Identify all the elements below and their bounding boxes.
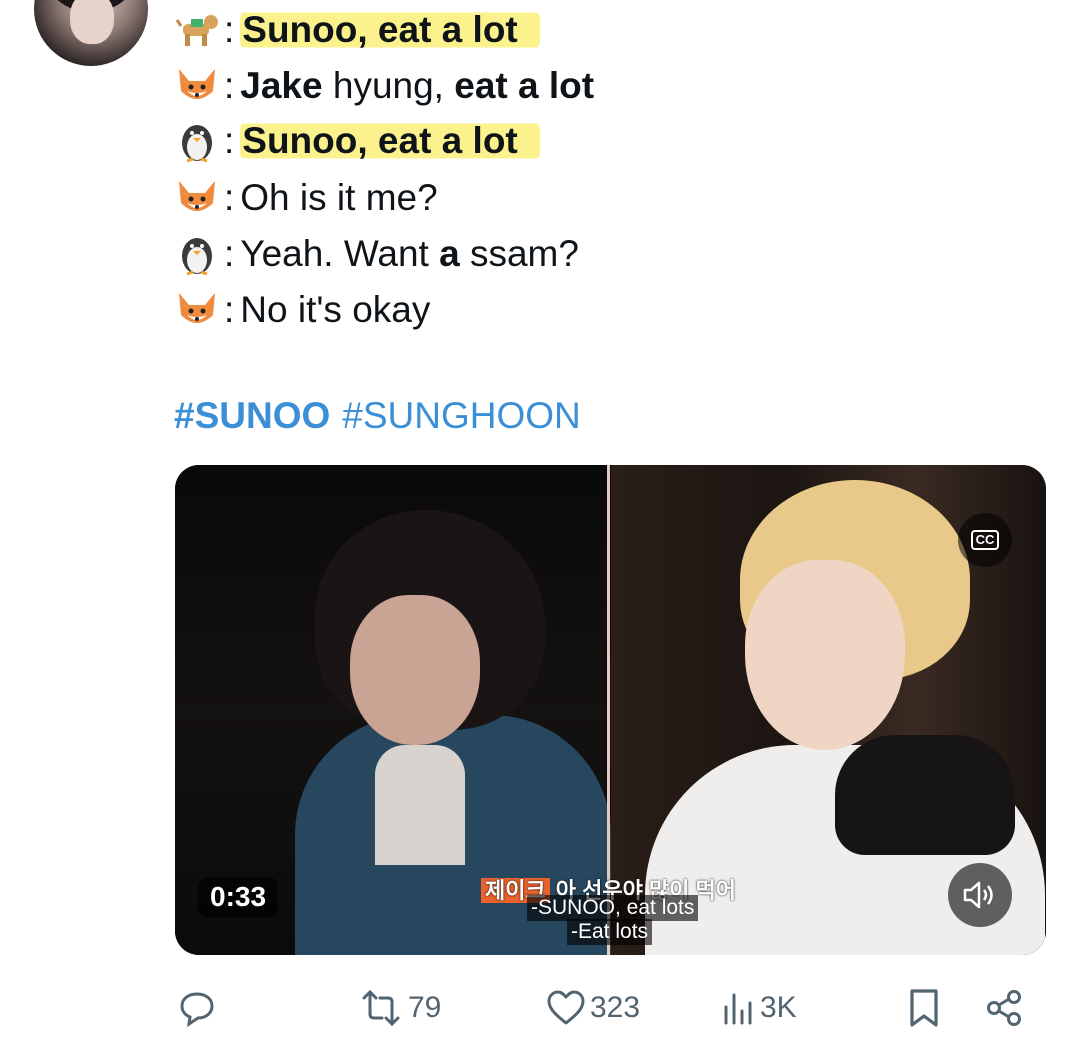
penguin-emoji [174, 231, 220, 277]
reply-button[interactable] [178, 980, 216, 1036]
retweet-count: 79 [408, 991, 442, 1024]
share-icon [987, 990, 1021, 1026]
tweet-line: : Jake hyung, eat a lot [174, 58, 594, 114]
views-button[interactable]: 3K [722, 980, 797, 1036]
tweet-line: : No it's okay [174, 282, 430, 338]
line-text: Yeah. Want [240, 233, 440, 274]
hashtag-link[interactable]: #SUNGHOON [342, 395, 580, 436]
share-button[interactable] [984, 980, 1024, 1036]
retweet-icon [362, 990, 400, 1026]
hashtag-link[interactable]: #SUNOO [174, 395, 330, 436]
fox-emoji [174, 175, 220, 221]
line-text: hyung, [322, 65, 455, 106]
tweet-actions: 79 323 3K [0, 980, 1080, 1036]
line-text: a [439, 233, 460, 274]
colon: : [224, 177, 235, 218]
fox-emoji [174, 63, 220, 109]
avatar-face [70, 0, 114, 44]
avatar[interactable] [34, 0, 148, 66]
line-text: Sunoo, eat a lot [240, 120, 540, 162]
tweet-line: : Sunoo, eat a lot [174, 2, 540, 58]
reply-icon [180, 992, 214, 1027]
person-right-hood [835, 735, 1015, 855]
bookmark-icon [910, 989, 938, 1027]
dog-emoji [174, 7, 220, 53]
person-left-face [350, 595, 480, 745]
captions-button[interactable]: CC [958, 513, 1012, 567]
penguin-emoji [174, 118, 220, 164]
tweet-line: : Sunoo, eat a lot [174, 113, 540, 169]
line-text: eat a lot [454, 65, 595, 106]
line-text: No it's okay [240, 289, 431, 330]
video-duration: 0:33 [198, 877, 279, 917]
volume-icon [963, 881, 993, 909]
colon: : [224, 120, 235, 161]
captions-icon: CC [970, 530, 1000, 550]
line-text: Jake [240, 65, 323, 106]
like-button[interactable]: 323 [546, 980, 640, 1036]
person-right-face [745, 560, 905, 750]
line-text: Sunoo, eat a lot [240, 9, 540, 51]
colon: : [224, 9, 235, 50]
colon: : [224, 289, 235, 330]
views-count: 3K [760, 991, 797, 1024]
heart-icon [547, 990, 585, 1025]
line-text: Oh is it me? [240, 177, 438, 218]
colon: : [224, 65, 235, 106]
bookmark-button[interactable] [908, 980, 940, 1036]
person-left-shirt [375, 745, 465, 865]
views-icon [724, 993, 752, 1025]
fox-emoji [174, 287, 220, 333]
tweet-line: : Oh is it me? [174, 170, 438, 226]
retweet-button[interactable]: 79 [358, 980, 441, 1036]
tweet-line: : Yeah. Want a ssam? [174, 226, 579, 282]
hashtags: #SUNOO #SUNGHOON [174, 395, 581, 437]
video-player[interactable]: CC 0:33 제이크 아 선우야 많이 먹어 -SUNOO, eat lots … [175, 465, 1046, 955]
subtitle-english-2: -Eat lots [567, 919, 653, 945]
colon: : [224, 233, 235, 274]
subtitle-english-1: -SUNOO, eat lots [527, 895, 699, 921]
like-count: 323 [590, 991, 641, 1024]
volume-button[interactable] [948, 863, 1012, 927]
line-text: ssam? [459, 233, 579, 274]
